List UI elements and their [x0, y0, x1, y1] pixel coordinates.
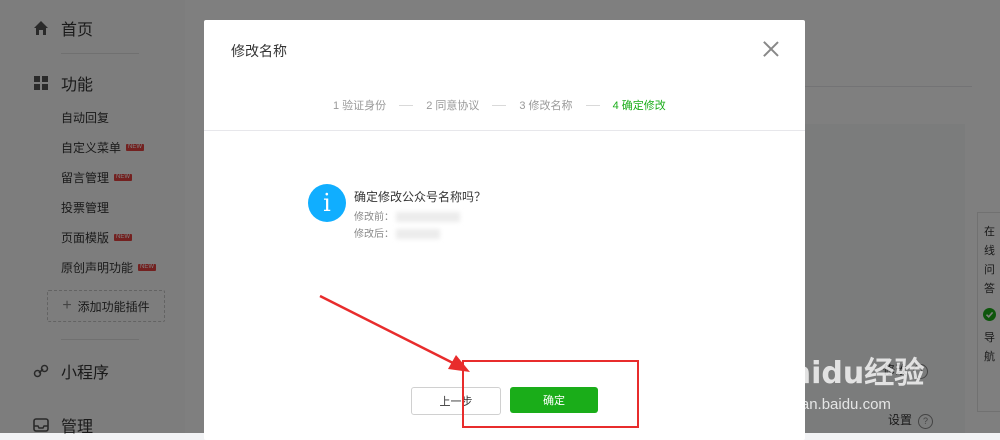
watermark-logo: Baidu经验: [768, 356, 925, 391]
baidu-watermark: Baidu经验 jingyan.baidu.com: [768, 348, 924, 413]
annotation-highlight-box: [462, 360, 639, 428]
watermark-url: jingyan.baidu.com: [770, 396, 891, 413]
